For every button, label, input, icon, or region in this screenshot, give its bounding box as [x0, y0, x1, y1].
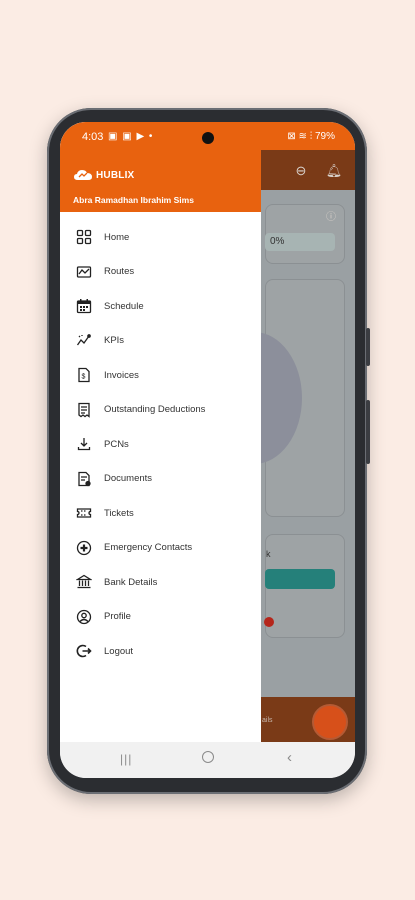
menu-item-profile[interactable]: Profile	[60, 600, 261, 635]
bell-icon: 🔔︎	[325, 163, 343, 178]
home-button[interactable]	[202, 751, 214, 763]
download-icon	[75, 435, 93, 453]
menu-item-logout[interactable]: Logout	[60, 634, 261, 669]
system-nav-bar: ||| ‹	[60, 742, 355, 778]
emergency-icon	[75, 539, 93, 557]
bank-icon	[75, 573, 93, 591]
menu-item-outstanding-deductions[interactable]: Outstanding Deductions	[60, 393, 261, 428]
alert-dot	[264, 617, 274, 627]
menu-item-invoices[interactable]: $ Invoices	[60, 358, 261, 393]
menu-item-documents[interactable]: Documents	[60, 462, 261, 497]
info-icon: ⓘ	[326, 212, 336, 223]
document-icon	[75, 470, 93, 488]
map-icon	[75, 263, 93, 281]
menu-item-label: Documents	[104, 473, 153, 485]
screen: ⊖ 🔔︎ ⓘ 0% k ails 4:03 ▣ ▣ ▶ • ⊠ ≋ ⫶ 79%	[60, 122, 355, 778]
footer-label: ails	[262, 717, 273, 724]
menu-item-schedule[interactable]: Schedule	[60, 289, 261, 324]
power-button	[366, 400, 370, 464]
menu-item-routes[interactable]: Routes	[60, 255, 261, 290]
menu-item-label: Outstanding Deductions	[104, 404, 206, 416]
status-time: 4:03	[82, 131, 104, 143]
background-card-progress: ⓘ 0%	[265, 204, 345, 264]
receipt-icon	[75, 401, 93, 419]
brand-name: HUBLIX	[96, 169, 135, 181]
action-button	[265, 569, 335, 589]
menu-item-label: Invoices	[104, 369, 139, 381]
menu-item-emergency-contacts[interactable]: Emergency Contacts	[60, 531, 261, 566]
background-card-chart	[206, 279, 345, 517]
camera-cutout	[202, 132, 214, 144]
ticket-icon	[75, 504, 93, 522]
svg-text:$: $	[82, 374, 86, 381]
menu-item-label: Tickets	[104, 507, 134, 519]
volume-button	[366, 328, 370, 366]
menu-item-label: Routes	[104, 266, 135, 278]
navigation-drawer: HUBLIX Abra Ramadhan Ibrahim Sims Home R…	[60, 122, 261, 742]
menu-item-label: Home	[104, 231, 130, 243]
menu-item-label: PCNs	[104, 438, 129, 450]
cloud-logo-icon	[74, 170, 92, 180]
progress-text: 0%	[270, 236, 285, 247]
calendar-icon	[75, 297, 93, 315]
menu-item-label: Logout	[104, 645, 134, 657]
drawer-header: HUBLIX Abra Ramadhan Ibrahim Sims	[60, 150, 261, 212]
menu-item-pcns[interactable]: PCNs	[60, 427, 261, 462]
profile-icon	[75, 608, 93, 626]
back-button[interactable]: ‹	[287, 749, 292, 766]
menu-item-label: Bank Details	[104, 576, 158, 588]
notification-indicators: ▣ ▣ ▶ •	[108, 131, 154, 142]
drawer-menu: Home Routes Schedule KPIs $ Invoices Out…	[60, 220, 261, 669]
user-name: Abra Ramadhan Ibrahim Sims	[73, 195, 194, 205]
menu-circle-icon: ⊖	[295, 163, 307, 178]
menu-item-home[interactable]: Home	[60, 220, 261, 255]
menu-item-kpis[interactable]: KPIs	[60, 324, 261, 359]
logout-icon	[75, 642, 93, 660]
chart-icon	[75, 332, 93, 350]
menu-item-tickets[interactable]: Tickets	[60, 496, 261, 531]
menu-item-label: Emergency Contacts	[104, 542, 193, 554]
grid-icon	[75, 228, 93, 246]
menu-item-label: KPIs	[104, 335, 125, 347]
invoice-icon: $	[75, 366, 93, 384]
recent-apps-button[interactable]: |||	[120, 752, 132, 766]
status-icons: ⊠ ≋ ⫶ 79%	[287, 131, 335, 142]
brand-logo: HUBLIX	[73, 168, 134, 182]
background-card-action: k	[264, 534, 345, 638]
menu-item-label: Schedule	[104, 300, 144, 312]
card-label: k	[266, 549, 271, 559]
menu-item-label: Profile	[104, 611, 131, 623]
floating-action-icon	[312, 704, 348, 740]
menu-item-bank-details[interactable]: Bank Details	[60, 565, 261, 600]
